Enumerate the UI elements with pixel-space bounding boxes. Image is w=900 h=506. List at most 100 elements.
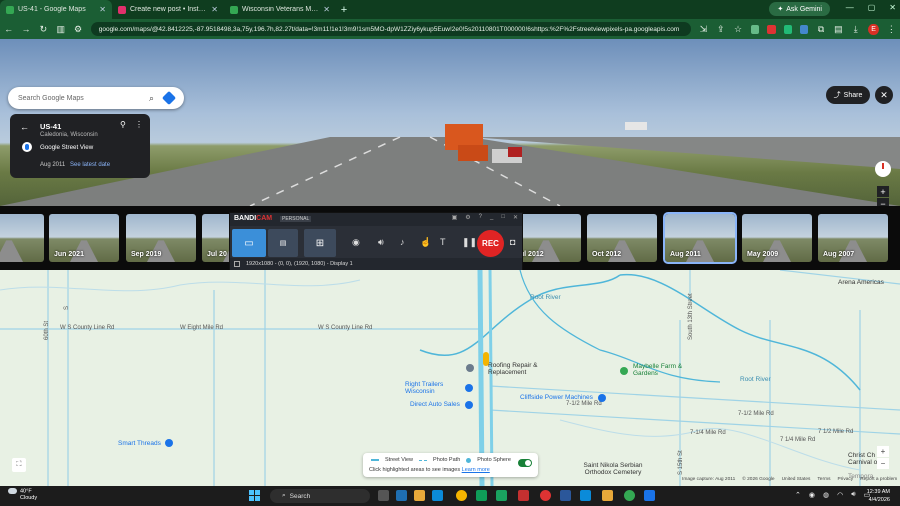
tab-instagram[interactable]: Create new post • Instagram ✕ [112,0,224,19]
split-view-icon[interactable]: ▥ [56,24,65,35]
poi-label[interactable]: Cliffside Power Machines [520,394,593,401]
share-button[interactable]: ⤴ Share [826,86,870,104]
folder-icon[interactable] [602,490,613,501]
zoom-in-button[interactable]: + [877,186,889,197]
vscode-icon[interactable] [396,490,407,501]
location-pin-icon[interactable]: ⚲ [120,120,126,129]
extension-icon[interactable] [767,24,776,34]
timeline-thumb[interactable]: May 2009 [742,214,812,262]
side-panel-icon[interactable]: ▤ [834,24,843,35]
clock[interactable]: 12:39 AM 4/4/2026 [867,488,890,504]
start-windows-icon[interactable] [249,490,260,501]
tab-wisconsin-veterans[interactable]: Wisconsin Veterans Mem Hwy ✕ [224,0,336,19]
record-button[interactable]: REC [477,230,504,257]
region-link[interactable]: United States [782,477,811,482]
minimize-icon[interactable]: _ [490,214,493,221]
chrome-profile-icon[interactable] [624,490,635,501]
site-info-icon[interactable]: ⚙ [73,24,82,35]
tab-us41-maps[interactable]: US-41 - Google Maps ✕ [0,0,112,19]
back-icon[interactable]: ← [4,24,13,34]
street-view-panorama[interactable]: Search Google Maps ⌕ ← US-41 Caledonia, … [0,39,900,206]
search-input[interactable]: Search Google Maps [18,95,149,102]
menu-kebab-icon[interactable]: ⋮ [887,24,896,35]
region-checkbox[interactable] [234,261,240,267]
task-view-icon[interactable] [378,490,389,501]
farm-poi-icon[interactable] [620,367,628,375]
profile-avatar[interactable]: E [868,23,879,35]
app-icon[interactable] [518,490,529,501]
defender-icon[interactable] [644,490,655,501]
more-options-icon[interactable]: ⋮ [135,120,143,129]
new-tab-icon[interactable]: + [336,4,352,16]
poi-label[interactable]: Arena Americas [838,279,884,286]
tray-app-icon[interactable]: ◍ [823,491,829,499]
map-zoom-in-button[interactable]: + [877,446,889,457]
volume-icon[interactable]: 🔊︎ [851,491,855,499]
report-problem-link[interactable]: Report a problem [860,477,897,482]
terms-link[interactable]: Terms [817,477,830,482]
device-mode-button[interactable]: ▤ [268,229,298,257]
help-icon[interactable]: ? [479,214,482,221]
timeline-thumb-selected[interactable]: Aug 2011 [663,212,737,264]
store-poi-icon[interactable] [465,384,473,392]
downloads-icon[interactable]: ⤓ [851,24,860,35]
weather-widget[interactable]: 40°F Cloudy [8,488,37,502]
close-tab-icon[interactable]: ✕ [99,5,106,14]
poi-label[interactable]: Right Trailers Wisconsin [405,381,461,395]
privacy-link[interactable]: Privacy [837,477,853,482]
compass-icon[interactable] [875,161,891,177]
zoom-out-button[interactable]: − [877,198,889,206]
close-tab-icon[interactable]: ✕ [211,5,218,14]
edge-icon[interactable] [432,490,443,501]
forward-icon[interactable]: → [21,24,31,34]
store-poi-icon[interactable] [165,439,173,447]
word-icon[interactable] [560,490,571,501]
screen-mode-button[interactable]: ▭ [232,229,266,257]
timeline-thumb[interactable]: Aug 2007 [818,214,888,262]
ask-gemini-button[interactable]: ✦ Ask Gemini [769,2,830,16]
tray-app-icon[interactable]: ◉ [809,491,815,499]
chevron-up-icon[interactable]: ⌃ [795,491,801,499]
poi-label[interactable]: Smart Threads [118,440,161,447]
store-poi-icon[interactable] [465,401,473,409]
poi-label[interactable]: Christ Ch Carnival of L [848,452,900,466]
share-page-icon[interactable]: ⇪ [716,24,725,35]
close-tab-icon[interactable]: ✕ [323,5,330,14]
timeline-thumb[interactable] [0,214,44,262]
game-mode-button[interactable]: ⊞ [304,229,336,257]
microphone-icon[interactable]: ♪ [400,237,405,247]
wifi-icon[interactable]: ◠ [837,491,843,499]
poi-label[interactable]: Maybelle Farm & Gardens [633,363,693,377]
store-poi-icon[interactable] [598,394,606,402]
sheets-icon[interactable] [476,490,487,501]
extension-icon[interactable] [799,24,809,34]
roofing-poi-icon[interactable] [466,364,474,372]
install-app-icon[interactable]: ⇲ [699,24,708,35]
close-window-icon[interactable]: ✕ [889,3,896,12]
poi-label[interactable]: Saint Nikola Serbian Orthodox Cemetery [582,462,644,476]
poi-label[interactable]: Roofing Repair & Replacement [488,362,554,376]
folder-icon[interactable]: ▣ [452,214,458,221]
edge-icon[interactable] [580,490,591,501]
cursor-icon[interactable]: ☝ [420,237,431,248]
timeline-thumb[interactable]: Sep 2019 [126,214,196,262]
extensions-puzzle-icon[interactable]: ⧉ [816,24,825,35]
app-icon[interactable] [496,490,507,501]
learn-more-link[interactable]: Learn more [462,467,490,473]
see-latest-date-link[interactable]: See latest date [70,162,110,168]
extension-icon[interactable] [783,24,792,34]
timeline-thumb[interactable]: Jun 2021 [49,214,119,262]
screenshot-camera-icon[interactable]: ◘ [510,237,515,247]
fullscreen-button[interactable]: ⛶ [12,458,26,472]
settings-icon[interactable]: ⚙ [465,214,470,221]
poi-label[interactable]: Direct Auto Sales [410,401,460,408]
bandicam-taskbar-icon[interactable] [540,490,551,501]
file-explorer-icon[interactable] [414,490,425,501]
timeline-thumb[interactable]: Oct 2012 [587,214,657,262]
text-icon[interactable]: T [440,237,446,247]
back-arrow-icon[interactable]: ← [20,122,29,132]
close-icon[interactable]: ✕ [513,214,518,221]
maximize-icon[interactable]: ▢ [868,3,876,12]
bookmark-star-icon[interactable]: ☆ [733,24,742,35]
maximize-icon[interactable]: □ [501,214,505,221]
